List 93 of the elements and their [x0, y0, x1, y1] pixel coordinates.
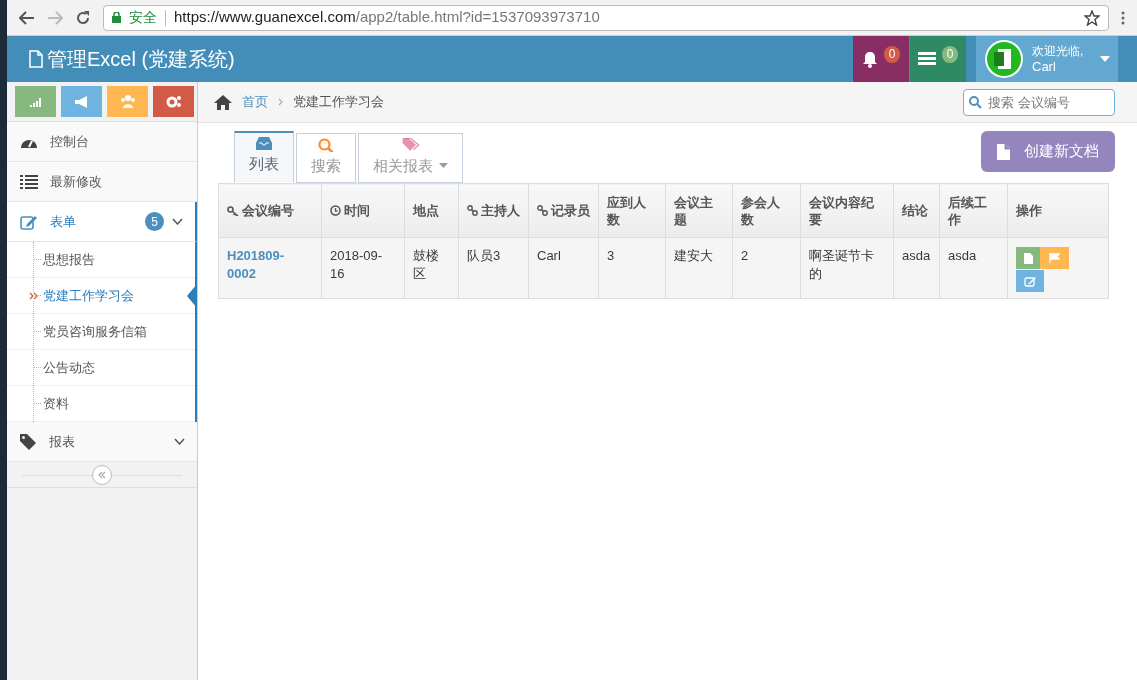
app-title: 管理Excel (党建系统) [47, 47, 235, 72]
column-header: 参会人数 [741, 194, 780, 227]
tab[interactable]: 列表 [234, 131, 294, 183]
column-header: 会议主题 [674, 194, 713, 227]
notifications-button[interactable]: 0 [853, 36, 909, 82]
caret-icon [1100, 56, 1110, 62]
user-name: Carl [1032, 59, 1057, 74]
double-chevron-icon [98, 470, 106, 479]
table-cell-text: 建安大 [674, 248, 713, 263]
table-cell-text: 啊圣诞节卡的 [809, 248, 874, 281]
notification-count: 0 [883, 45, 901, 63]
caret-icon [439, 163, 448, 169]
welcome-text: 欢迎光临, [1032, 44, 1084, 59]
chevron-icon [278, 98, 283, 106]
shortcut-button[interactable] [61, 86, 102, 117]
back-icon[interactable] [19, 10, 35, 25]
sidebar-item[interactable]: 最新修改 [7, 162, 197, 202]
cogs-icon [165, 95, 182, 108]
column-header: 应到人数 [607, 194, 646, 227]
link-icon [467, 205, 478, 216]
breadcrumb-current: 党建工作学习会 [293, 93, 384, 112]
table-cell-text: 2018-09-16 [330, 248, 383, 281]
document-icon [29, 50, 43, 68]
forward-icon[interactable] [47, 10, 63, 25]
edit-icon [1023, 275, 1037, 287]
sidebar-item[interactable]: 控制台 [7, 122, 197, 162]
submenu-item[interactable]: 思想报告 [7, 242, 195, 278]
flag-icon [1049, 253, 1060, 263]
chevron-icon [174, 438, 185, 445]
table-cell-text: Carl [537, 248, 561, 263]
edit-icon [20, 213, 38, 230]
signal-icon [29, 96, 42, 107]
column-header: 主持人 [467, 203, 520, 218]
home-icon [214, 94, 232, 110]
search-icon [969, 95, 982, 109]
column-header: 结论 [902, 203, 928, 218]
shortcut-button[interactable] [107, 86, 148, 117]
megaphone-icon [74, 95, 89, 108]
sidebar-item[interactable]: 报表 [7, 422, 197, 462]
menu-icon[interactable] [1121, 10, 1125, 25]
column-header: 记录员 [537, 203, 590, 218]
table-cell-text: 2 [741, 248, 749, 263]
message-count: 0 [941, 45, 959, 63]
search-icon [318, 138, 334, 152]
document-icon [997, 143, 1010, 160]
users-icon [119, 95, 136, 108]
column-header: 会议内容纪要 [809, 194, 874, 227]
column-header: 会议编号 [227, 203, 294, 218]
column-header: 操作 [1016, 203, 1042, 218]
tasks-icon [917, 52, 936, 66]
reload-icon[interactable] [75, 9, 91, 26]
submenu-item[interactable]: 党建工作学习会 [7, 278, 195, 314]
column-header: 地点 [413, 203, 439, 218]
clock-icon [330, 205, 341, 216]
list-icon [20, 174, 38, 189]
avatar-icon [984, 39, 1024, 79]
table-cell-text: asda [902, 248, 931, 263]
table-cell-text: 鼓楼区 [413, 248, 439, 281]
lock-icon [112, 12, 121, 23]
link-icon [537, 205, 548, 216]
tag-icon [20, 433, 37, 450]
view-button[interactable] [1016, 247, 1040, 269]
column-header: 后续工作 [948, 194, 987, 227]
table-cell-text: 3 [607, 248, 615, 263]
shortcut-button[interactable] [15, 86, 56, 117]
double-chevron-icon [30, 292, 38, 300]
user-menu[interactable]: 欢迎光临, Carl [976, 36, 1118, 82]
submenu-item[interactable]: 公告动态 [7, 350, 195, 386]
collapse-button[interactable] [92, 464, 112, 485]
table-cell-text: asda [948, 248, 977, 263]
address-bar[interactable]: 安全 https://www.guanexcel.com/app2/table.html?id=1537093973710 [103, 4, 1109, 31]
create-document-button[interactable]: 创建新文档 [981, 131, 1115, 172]
search-field[interactable]: 搜索 会议编号 [963, 88, 1115, 116]
secure-label: 安全 [129, 8, 157, 27]
tags-icon [400, 138, 421, 152]
key-icon [227, 206, 239, 216]
chevron-icon [172, 218, 183, 225]
star-icon[interactable] [1084, 9, 1100, 26]
url-text: https://www.guanexcel.com/app2/table.html?id=1537093973710 [174, 7, 600, 28]
inbox-icon [256, 137, 272, 150]
home-link[interactable]: 首页 [242, 92, 268, 112]
tab[interactable]: 相关报表 [358, 133, 463, 183]
flag-button[interactable] [1040, 247, 1069, 269]
document-icon [1023, 252, 1033, 264]
shortcut-button[interactable] [153, 86, 194, 117]
count-badge: 5 [145, 212, 164, 231]
table-cell-text: 队员3 [467, 248, 501, 263]
bell-icon [861, 50, 878, 68]
edit-button[interactable] [1016, 270, 1044, 292]
sidebar-item[interactable]: 表单 5 [7, 202, 197, 242]
column-header: 时间 [330, 203, 370, 218]
submenu-item[interactable]: 党员咨询服务信箱 [7, 314, 195, 350]
tab[interactable]: 搜索 [296, 133, 356, 183]
